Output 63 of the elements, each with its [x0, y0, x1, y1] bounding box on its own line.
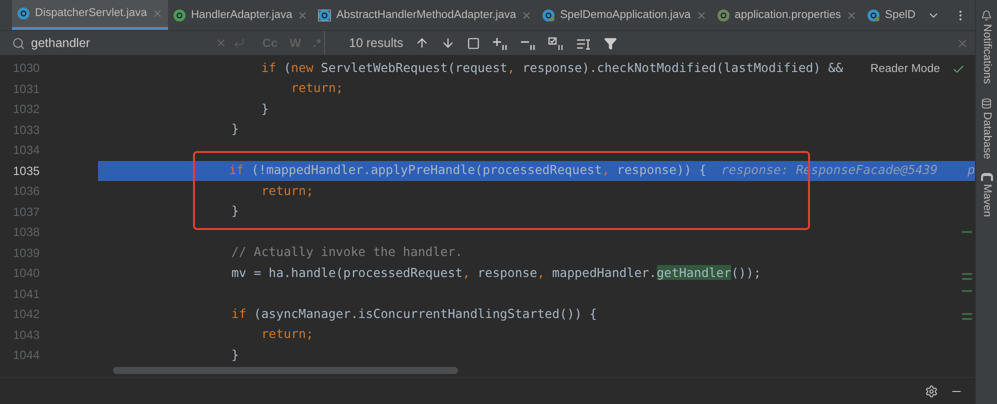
reader-mode-button[interactable]: Reader Mode	[870, 61, 940, 78]
code-line: if (asyncManager.isConcurrentHandlingStarted()) {	[230, 304, 597, 323]
code-line: }	[230, 202, 239, 220]
line-number: 1040	[12, 265, 41, 282]
options-icon[interactable]	[576, 36, 592, 50]
filter-icon[interactable]	[604, 36, 618, 50]
settings-icon[interactable]	[925, 384, 938, 398]
tool-window-button[interactable]: Notifications	[978, 10, 995, 84]
select-all-icon[interactable]	[548, 36, 564, 50]
file-type-icon	[172, 8, 186, 22]
file-type-icon	[542, 8, 556, 22]
add-occurrence-icon[interactable]	[492, 36, 508, 50]
line-number: 1031	[12, 80, 41, 98]
tab-label: application.properties	[734, 8, 842, 23]
file-type-icon	[716, 8, 730, 22]
code-line: // Actually invoke the handler.	[230, 243, 463, 262]
tab-label: SpelD	[885, 8, 916, 23]
editor-tab[interactable]: DispatcherServlet.java	[12, 0, 168, 30]
tab-label: SpelDemoApplication.java	[560, 8, 691, 23]
code-line: return;	[260, 182, 314, 200]
line-number: 1044	[12, 347, 41, 364]
file-type-icon	[17, 7, 30, 20]
code-line: return;	[260, 325, 314, 344]
file-type-icon	[867, 8, 880, 22]
results-count: 10 results	[349, 34, 404, 52]
editor-tab[interactable]: AbstractHandlerMethodAdapter.java	[313, 0, 538, 30]
search-value: gethandler	[31, 34, 92, 52]
maven-icon	[980, 173, 992, 182]
database-icon	[981, 98, 992, 109]
line-number: 1037	[12, 204, 41, 221]
editor-tab[interactable]: HandlerAdapter.java	[168, 0, 314, 30]
window-icon[interactable]	[467, 36, 480, 50]
line-number: 1036	[12, 183, 41, 200]
file-type-icon	[318, 8, 332, 22]
tab-label: AbstractHandlerMethodAdapter.java	[336, 8, 516, 23]
next-icon[interactable]	[441, 36, 456, 50]
line-number: 1038	[12, 224, 41, 242]
line-number: 1043	[12, 326, 41, 344]
search-icon	[12, 36, 25, 50]
line-number: 1041	[12, 286, 41, 303]
editor-tab[interactable]: SpelDemoApplication.java	[537, 0, 712, 30]
code-line: }	[230, 120, 239, 138]
tab-label: HandlerAdapter.java	[190, 8, 292, 23]
code-line: mv = ha.handle(processedRequest, response, mappedHandler.getHandler());	[230, 264, 762, 282]
tab-label: DispatcherServlet.java	[35, 6, 147, 22]
line-number: 1039	[12, 244, 41, 262]
line-number: 1030	[12, 60, 41, 78]
bell-icon	[981, 10, 992, 21]
code-line: return;	[290, 79, 344, 98]
line-number: 1032	[12, 101, 41, 118]
editor-tab[interactable]: SpelD	[862, 0, 921, 30]
code-line: if (new ServletWebRequest(request, response).checkNotModified(lastModified) &&	[260, 58, 844, 77]
editor-tab[interactable]: application.properties	[712, 0, 862, 30]
line-number: 1035	[12, 162, 41, 180]
line-number: 1033	[12, 122, 41, 139]
line-number: 1042	[12, 306, 41, 324]
horizontal-scrollbar[interactable]	[113, 367, 458, 374]
tool-window-button[interactable]: Maven	[978, 173, 995, 218]
tool-window-button[interactable]: Database	[978, 98, 995, 160]
previous-icon[interactable]	[415, 36, 430, 50]
code-line: }	[230, 346, 239, 364]
code-line: }	[260, 100, 269, 118]
line-number: 1034	[12, 142, 41, 160]
